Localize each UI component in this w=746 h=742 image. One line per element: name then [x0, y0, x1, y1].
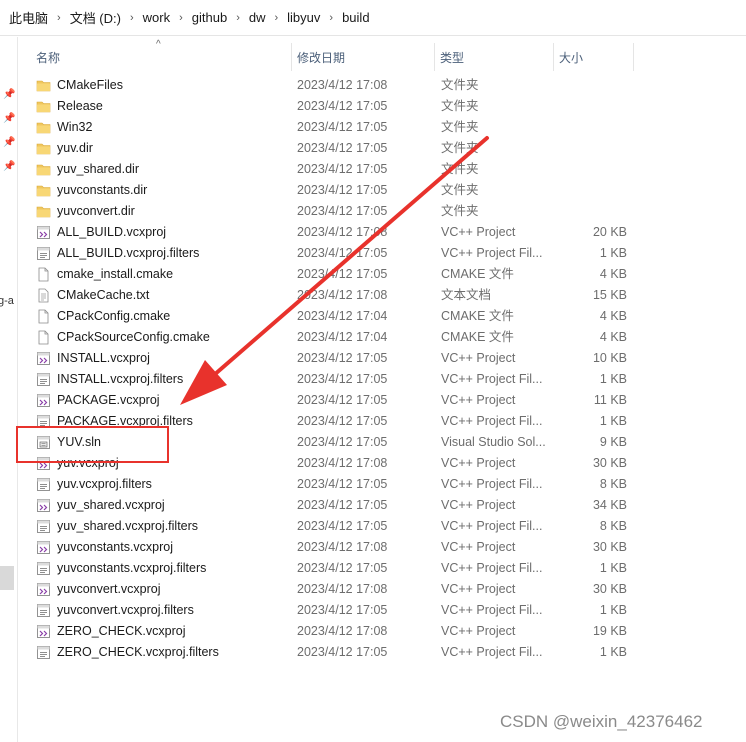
watermark: CSDN @weixin_42376462	[500, 712, 703, 731]
annotation-arrow	[180, 136, 489, 405]
